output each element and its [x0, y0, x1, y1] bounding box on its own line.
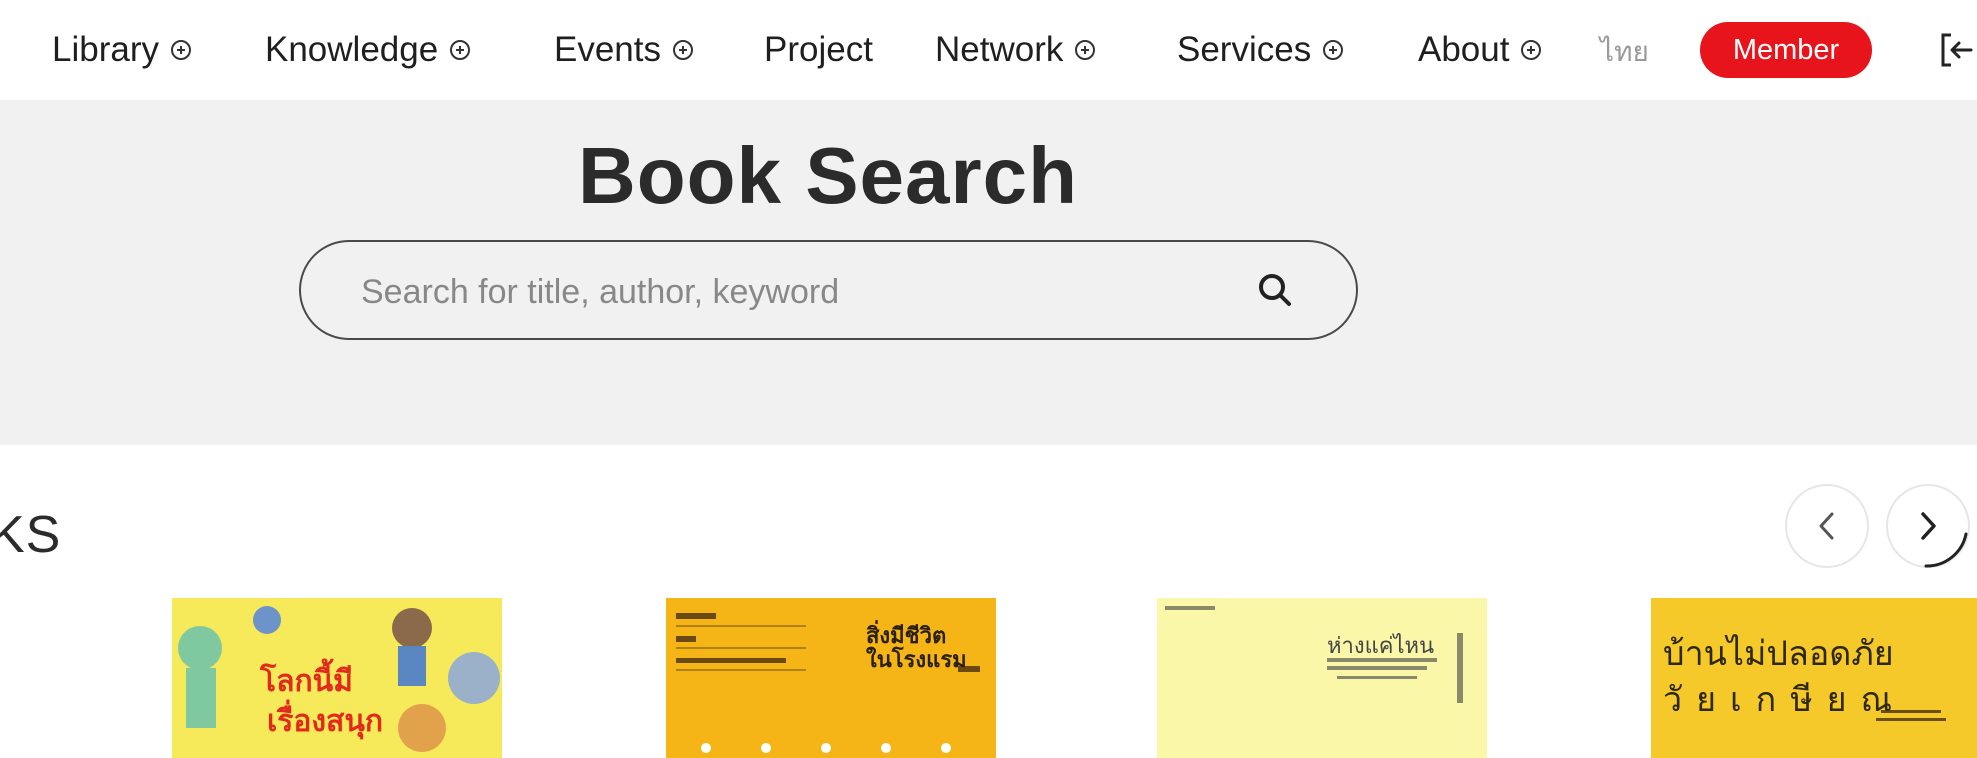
plus-circle-icon: [170, 40, 191, 60]
nav-item-library[interactable]: Library: [52, 26, 191, 74]
book-card[interactable]: ห่างแค่ไหน: [1157, 598, 1487, 758]
nav-item-services[interactable]: Services: [1177, 26, 1344, 74]
nav-item-label: Knowledge: [265, 30, 439, 69]
nav-item-network[interactable]: Network: [935, 26, 1096, 74]
chevron-left-icon: [1819, 512, 1834, 540]
search-bar[interactable]: [299, 240, 1358, 340]
book-card[interactable]: โลกนี้มี เรื่องสนุก: [172, 598, 502, 758]
carousel-next-button[interactable]: [1886, 484, 1970, 568]
nav-item-label: Network: [935, 30, 1064, 69]
book-card[interactable]: บ้านไม่ปลอดภัย วัยเกษียณ: [1651, 598, 1977, 758]
book-cover-title: เรื่องสนุก: [267, 704, 384, 739]
login-icon[interactable]: [1937, 30, 1977, 70]
search-input[interactable]: [359, 266, 1243, 318]
nav-item-knowledge[interactable]: Knowledge: [265, 26, 471, 74]
plus-circle-icon: [450, 40, 471, 60]
book-cover-title: ห่างแค่ไหน: [1327, 634, 1435, 659]
book-cover-title: วัยเกษียณ: [1663, 680, 1907, 720]
page-title: Book Search: [577, 131, 1079, 220]
top-nav: Library Knowledge Events Project Network…: [0, 0, 1977, 100]
nav-item-label: About: [1418, 30, 1510, 69]
nav-item-label: Library: [52, 30, 159, 69]
plus-circle-icon: [673, 40, 693, 60]
nav-item-about[interactable]: About: [1418, 26, 1542, 74]
book-cover-image: [666, 598, 996, 758]
book-cover-image: [1157, 598, 1487, 758]
plus-circle-icon: [1521, 40, 1542, 60]
chevron-right-icon: [1921, 512, 1936, 540]
nav-item-project[interactable]: Project: [764, 26, 873, 74]
book-cover-title: ในโรงแรม: [866, 648, 967, 673]
book-card[interactable]: สิ่งมีชีวิต ในโรงแรม: [666, 598, 996, 758]
carousel-prev-button[interactable]: [1785, 484, 1869, 568]
member-button[interactable]: Member: [1700, 22, 1872, 78]
nav-item-label: Services: [1177, 30, 1312, 69]
section-title: KS: [0, 506, 62, 564]
search-icon[interactable]: [1253, 268, 1299, 314]
nav-item-label: Project: [764, 30, 873, 69]
language-switch[interactable]: ไทย: [1600, 30, 1649, 74]
nav-item-events[interactable]: Events: [554, 26, 693, 74]
plus-circle-icon: [1075, 40, 1096, 60]
plus-circle-icon: [1323, 40, 1344, 60]
nav-item-label: Events: [554, 30, 661, 69]
